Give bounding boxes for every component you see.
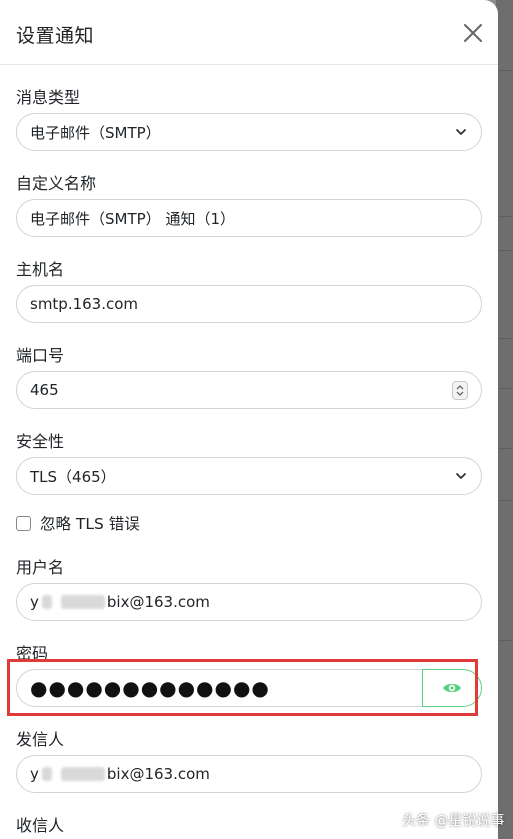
username-input[interactable]: y bix@163.com [16, 583, 482, 621]
ignore-tls-row: 忽略 TLS 错误 [16, 513, 140, 533]
security-label: 安全性 [16, 432, 65, 451]
hostname-input[interactable]: smtp.163.com [16, 285, 482, 323]
notification-type-value: 电子邮件（SMTP） [30, 123, 161, 142]
hostname-label: 主机名 [16, 260, 65, 279]
password-highlight-annotation [7, 659, 478, 716]
port-stepper[interactable] [452, 381, 468, 400]
notification-settings-dialog: 设置通知 消息类型 电子邮件（SMTP） 自定义名称 电子邮件（SMTP） 通知… [0, 0, 498, 839]
background-page [496, 0, 513, 839]
close-icon [464, 24, 482, 42]
ignore-tls-checkbox[interactable] [16, 515, 31, 531]
from-prefix: y [30, 765, 39, 783]
from-suffix: bix@163.com [106, 765, 210, 783]
port-value: 465 [30, 381, 59, 399]
friendly-name-label: 自定义名称 [16, 174, 97, 193]
chevron-down-icon [456, 129, 466, 135]
hostname-value: smtp.163.com [30, 295, 139, 313]
redaction-blur [41, 595, 52, 609]
redaction-blur [60, 595, 105, 609]
watermark: 头条 @星锐说事 [402, 813, 505, 829]
ignore-tls-label: 忽略 TLS 错误 [40, 515, 140, 533]
friendly-name-input[interactable]: 电子邮件（SMTP） 通知（1） [16, 199, 482, 237]
port-input[interactable]: 465 [16, 371, 482, 409]
dialog-header: 设置通知 [0, 0, 498, 65]
redaction-blur [41, 767, 52, 781]
to-label: 收信人 [16, 816, 65, 835]
username-label: 用户名 [16, 558, 65, 577]
friendly-name-value: 电子邮件（SMTP） 通知（1） [30, 209, 235, 228]
security-select[interactable]: TLS（465） [16, 457, 482, 495]
stepper-arrows-icon [456, 385, 464, 396]
redaction-blur [60, 767, 105, 781]
dialog-title: 设置通知 [16, 25, 95, 47]
close-button[interactable] [462, 22, 484, 44]
chevron-down-icon [456, 473, 466, 479]
notification-type-select[interactable]: 电子邮件（SMTP） [16, 113, 482, 151]
username-suffix: bix@163.com [106, 593, 210, 611]
notification-type-label: 消息类型 [16, 88, 81, 107]
from-label: 发信人 [16, 730, 65, 749]
username-prefix: y [30, 593, 39, 611]
security-value: TLS（465） [30, 467, 116, 486]
port-label: 端口号 [16, 346, 65, 365]
from-input[interactable]: y bix@163.com [16, 755, 482, 793]
